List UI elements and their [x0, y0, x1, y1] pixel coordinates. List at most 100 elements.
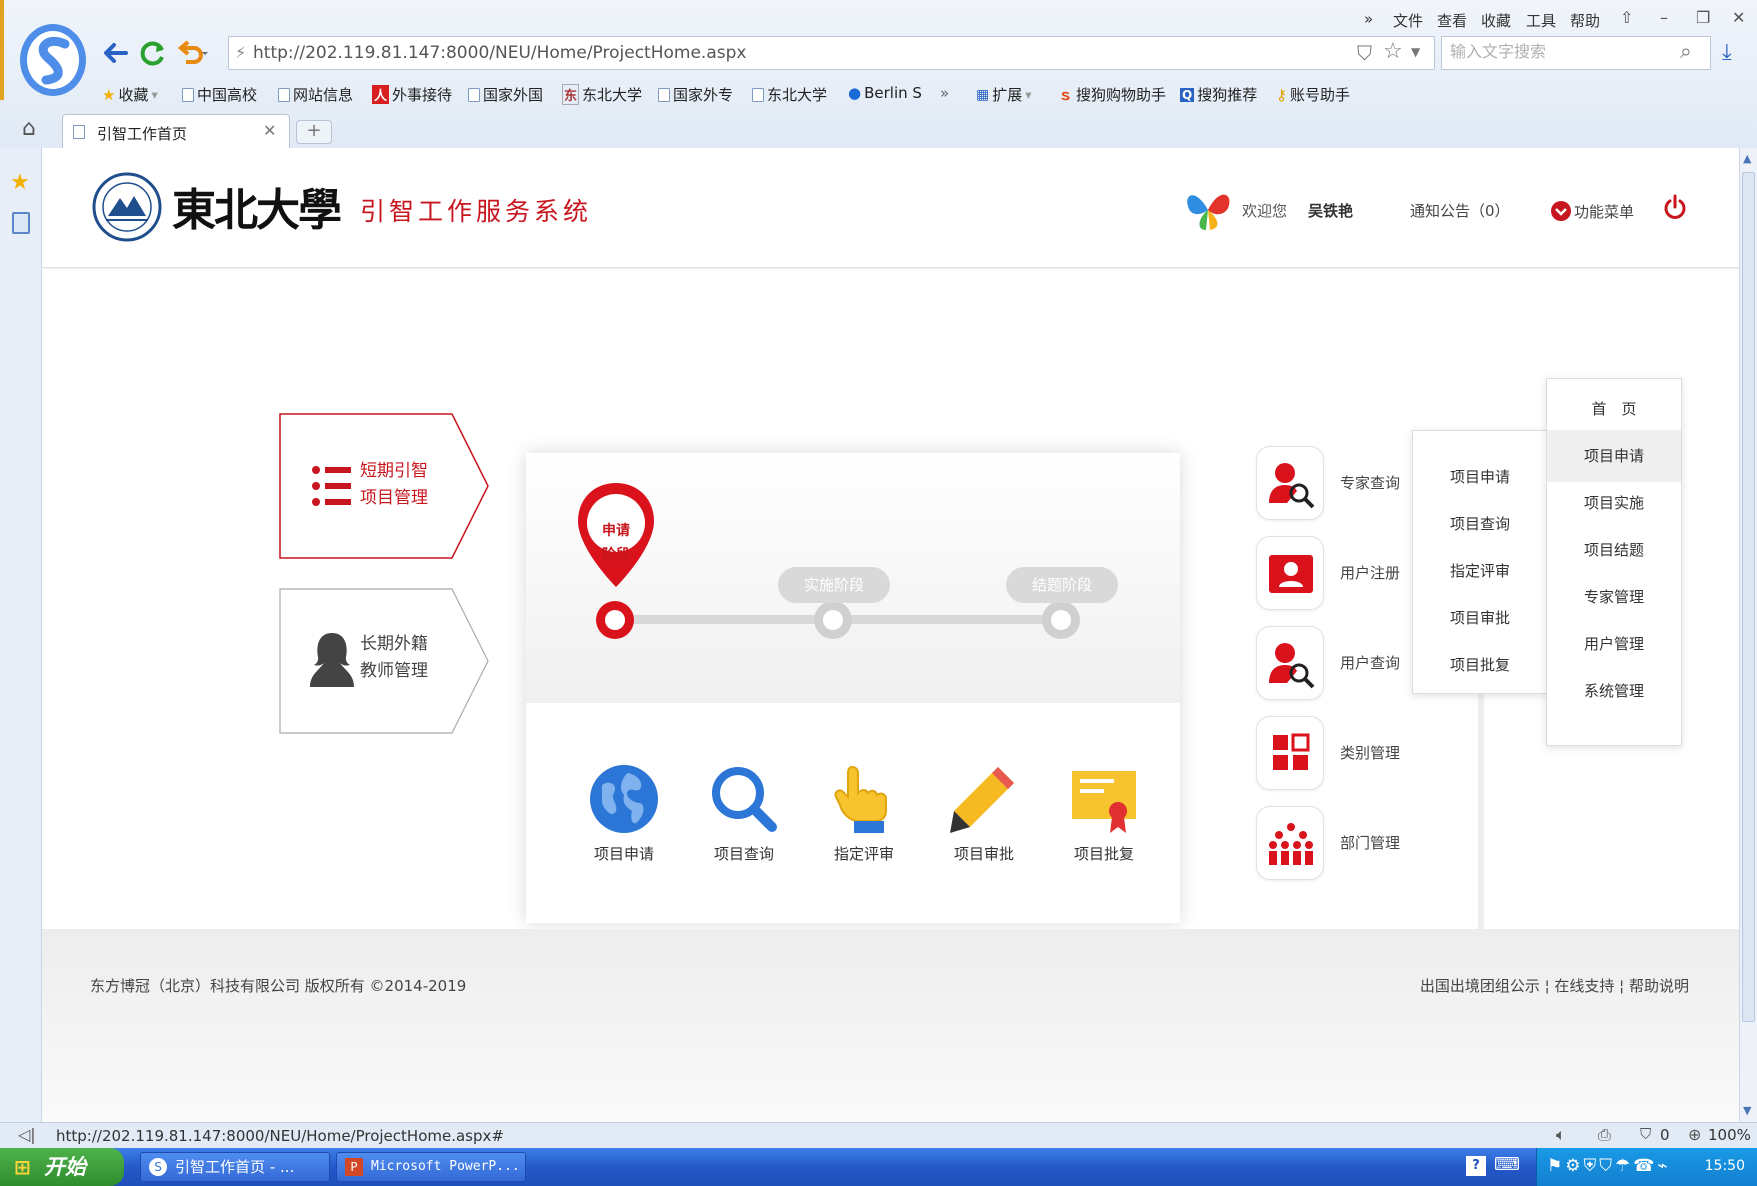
- feature-project-query[interactable]: 项目查询: [694, 763, 794, 864]
- input-method-icon[interactable]: ⌨︎: [1494, 1154, 1520, 1175]
- tablet-icon[interactable]: [12, 212, 30, 234]
- page-icon: [73, 125, 85, 139]
- stage-dot: [814, 601, 852, 639]
- bookmark-item[interactable]: 中国高校: [182, 84, 257, 105]
- windows-logo-icon: ⊞: [14, 1155, 31, 1179]
- stage-dot: [1042, 601, 1080, 639]
- bookmark-item[interactable]: ● Berlin S: [848, 84, 922, 102]
- undo-close-icon[interactable]: [176, 38, 208, 68]
- menu-tools[interactable]: 工具: [1526, 10, 1556, 31]
- tile-short-term-project[interactable]: 短期引智 项目管理: [278, 412, 492, 560]
- refresh-icon[interactable]: [138, 38, 168, 68]
- task-browser[interactable]: S 引智工作首页 - ...: [140, 1152, 330, 1182]
- printer-icon[interactable]: ⎙: [1598, 1125, 1611, 1145]
- scroll-up-icon[interactable]: ▲: [1743, 152, 1751, 165]
- menu-file[interactable]: 文件: [1393, 10, 1423, 31]
- restore-icon[interactable]: ❐: [1696, 8, 1710, 27]
- close-window-icon[interactable]: ✕: [1732, 8, 1745, 27]
- site-header: 東北大學 引智工作服务系统 欢迎您 吴铁艳 通知公告（0） 功能菜单: [42, 148, 1739, 268]
- menu-item-expert-manage[interactable]: 专家管理: [1547, 571, 1681, 623]
- bookmark-item[interactable]: 东东北大学: [562, 84, 642, 105]
- submenu-item[interactable]: 项目申请: [1413, 451, 1547, 503]
- bookmark-favorites[interactable]: ★ 收藏 ▾: [102, 84, 158, 105]
- feature-project-apply[interactable]: 项目申请: [574, 763, 674, 864]
- zoom-icon[interactable]: ⊕: [1688, 1125, 1701, 1144]
- user-search-icon: [1256, 626, 1324, 700]
- notice-link[interactable]: 通知公告（0）: [1410, 200, 1510, 221]
- menu-view[interactable]: 查看: [1437, 10, 1467, 31]
- menu-item-project-close[interactable]: 项目结题: [1547, 524, 1681, 576]
- search-box[interactable]: ⌕: [1441, 36, 1711, 70]
- menu-more[interactable]: »: [1364, 10, 1373, 28]
- bookmark-item[interactable]: 国家外国: [468, 84, 543, 105]
- new-tab-button[interactable]: +: [296, 120, 332, 144]
- menu-item-system-manage[interactable]: 系统管理: [1547, 665, 1681, 717]
- start-button[interactable]: ⊞ 开始: [0, 1148, 124, 1186]
- bookmark-more[interactable]: »: [940, 84, 949, 102]
- shield-check-icon[interactable]: ⛉: [1357, 41, 1372, 65]
- dropdown-icon[interactable]: ▼: [1411, 45, 1420, 59]
- status-bar: ◁| http://202.119.81.147:8000/NEU/Home/P…: [0, 1122, 1757, 1148]
- help-icon[interactable]: ?: [1466, 1156, 1486, 1176]
- menu-item-home[interactable]: 首 页: [1547, 383, 1681, 435]
- search-input[interactable]: [1442, 37, 1672, 69]
- favorites-star-icon[interactable]: ★: [10, 170, 30, 195]
- pointing-hand-icon: [834, 765, 887, 833]
- clock: 15:50: [1704, 1158, 1745, 1174]
- bookmark-item[interactable]: 网站信息: [278, 84, 353, 105]
- bookmark-item[interactable]: 人外事接待: [372, 84, 452, 105]
- grid-icon: ▦: [976, 86, 990, 103]
- bookmark-item[interactable]: 东北大学: [752, 84, 827, 105]
- address-bar[interactable]: ⚡ http://202.119.81.147:8000/NEU/Home/Pr…: [228, 36, 1435, 70]
- submenu-item[interactable]: 项目查询: [1413, 498, 1547, 550]
- female-user-icon: [310, 633, 354, 687]
- menu-item-project-apply[interactable]: 项目申请: [1547, 430, 1681, 482]
- pencil-icon: [950, 767, 1014, 833]
- task-powerpoint[interactable]: P Microsoft PowerP...: [336, 1152, 526, 1182]
- menu-favorites[interactable]: 收藏: [1481, 10, 1511, 31]
- menu-item-project-implement[interactable]: 项目实施: [1547, 477, 1681, 529]
- back-icon[interactable]: [100, 38, 130, 68]
- tile-label: 长期外籍 教师管理: [360, 634, 428, 681]
- magnifier-icon: [712, 767, 777, 832]
- tab-strip: ⌂ 引智工作首页 ✕ +: [0, 112, 1757, 148]
- feature-assign-review[interactable]: 指定评审: [814, 763, 914, 864]
- zoom-level[interactable]: 100%: [1708, 1126, 1751, 1144]
- feature-project-reply[interactable]: 项目批复: [1054, 763, 1154, 864]
- submenu-item[interactable]: 项目批复: [1413, 639, 1547, 691]
- speaker-icon[interactable]: 🔈︎: [1556, 1125, 1566, 1145]
- group-icon: [1256, 806, 1324, 880]
- search-icon[interactable]: ⌕: [1680, 39, 1692, 64]
- power-icon[interactable]: [1662, 194, 1688, 220]
- bookmark-item[interactable]: ｓ 搜狗购物助手: [1058, 84, 1166, 105]
- submenu-item[interactable]: 项目审批: [1413, 592, 1547, 644]
- sidebar-toggle-icon[interactable]: ◁|: [18, 1125, 36, 1144]
- bookmark-item[interactable]: Q 搜狗推荐: [1180, 84, 1257, 105]
- skin-icon[interactable]: ⇧: [1620, 8, 1633, 27]
- bookmark-item[interactable]: ⚷ 账号助手: [1276, 84, 1350, 105]
- footer-links[interactable]: 出国出境团组公示 ¦ 在线支持 ¦ 帮助说明: [1420, 975, 1689, 996]
- page-scrollbar[interactable]: ▲ ▼: [1739, 148, 1757, 1122]
- adblock-icon[interactable]: ⛉: [1640, 1125, 1651, 1143]
- menu-help[interactable]: 帮助: [1570, 10, 1600, 31]
- quick-department-manage[interactable]: 部门管理: [1256, 806, 1456, 886]
- home-icon[interactable]: ⌂: [22, 116, 36, 141]
- bookmark-item[interactable]: 国家外专: [658, 84, 733, 105]
- address-text[interactable]: http://202.119.81.147:8000/NEU/Home/Proj…: [253, 43, 746, 63]
- bookmark-extensions[interactable]: ▦ 扩展 ▾: [976, 84, 1032, 105]
- minimize-icon[interactable]: –: [1660, 8, 1668, 27]
- tile-foreign-teacher[interactable]: 长期外籍 教师管理: [278, 587, 492, 735]
- quick-category-manage[interactable]: 类别管理: [1256, 716, 1456, 796]
- close-tab-icon[interactable]: ✕: [263, 121, 276, 140]
- scrollbar-thumb[interactable]: [1742, 172, 1755, 1022]
- feature-project-approve[interactable]: 项目审批: [934, 763, 1034, 864]
- site-footer: 东方博冠（北京）科技有限公司 版权所有 ©2014-2019 出国出境团组公示 …: [42, 929, 1739, 1122]
- star-icon[interactable]: ☆: [1383, 39, 1403, 64]
- tray-icons[interactable]: ⚑⚙⛨⛉☂☎⌁: [1547, 1156, 1671, 1176]
- scroll-down-icon[interactable]: ▼: [1743, 1104, 1751, 1117]
- download-icon[interactable]: ⤓: [1722, 40, 1732, 65]
- submenu-item[interactable]: 指定评审: [1413, 545, 1547, 597]
- menu-item-user-manage[interactable]: 用户管理: [1547, 618, 1681, 670]
- tab-active[interactable]: 引智工作首页 ✕: [62, 114, 290, 148]
- function-menu-button[interactable]: 功能菜单: [1550, 200, 1634, 222]
